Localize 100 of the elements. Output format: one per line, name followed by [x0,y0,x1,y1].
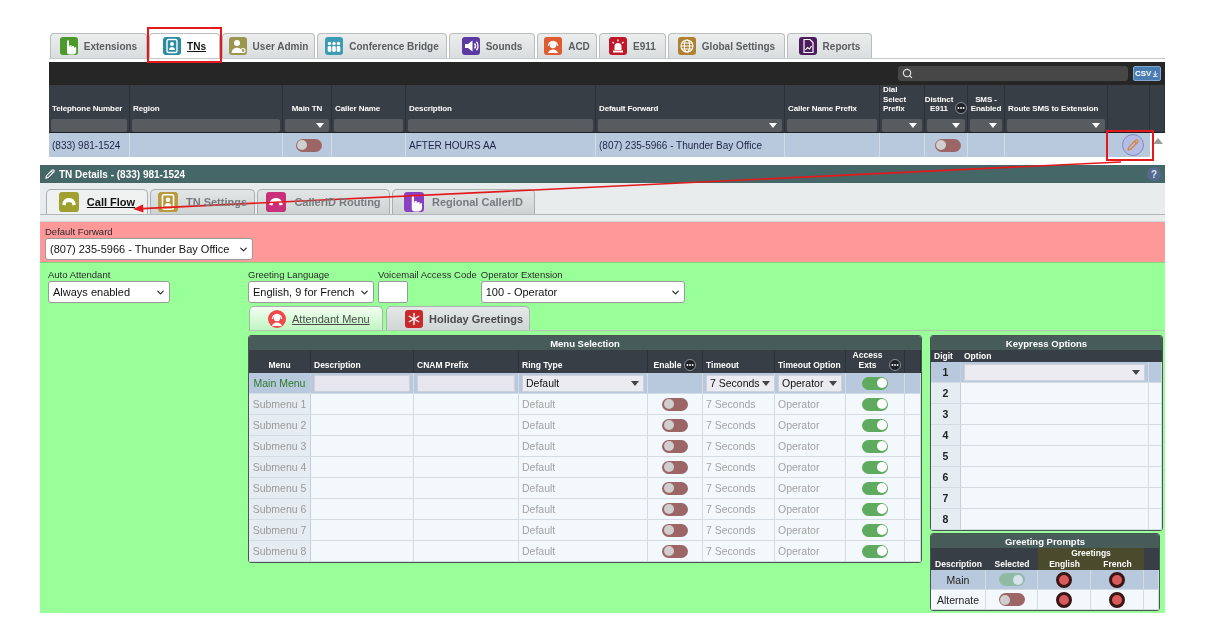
more-icon[interactable] [889,359,901,371]
toggle-switch[interactable] [662,481,688,495]
column-header[interactable]: Route SMS to Extension [1008,104,1099,114]
record-icon[interactable] [1109,591,1125,608]
toggle-switch[interactable] [998,593,1025,606]
toggle-switch[interactable] [862,439,888,453]
filter-select[interactable] [285,118,329,132]
help-button[interactable]: ? [1147,167,1161,181]
more-icon[interactable] [955,101,968,114]
nav-tab[interactable]: E911 [599,33,666,58]
toggle-switch[interactable] [862,397,888,411]
timeout-option-text: Operator [778,440,820,452]
nav-tab[interactable]: Global Settings [668,33,785,58]
nav-tab[interactable]: Reports [787,33,872,58]
filter-select[interactable] [970,118,1002,132]
column-header[interactable]: Caller Name Prefix [788,104,857,114]
code-input-field[interactable] [378,281,408,303]
column-header: Description [314,361,361,371]
column-header[interactable]: Description [409,104,452,114]
csv-button[interactable]: CSV [1133,66,1161,81]
nav-tab[interactable]: Extensions [50,33,147,58]
description-field[interactable] [314,374,410,392]
menu-name-cell: Submenu 6 [249,499,311,519]
caret-down-icon [989,122,997,128]
field-label: Greeting Language [248,269,330,280]
toggle-switch[interactable] [862,418,888,432]
table-row[interactable]: (833) 981-1524 AFTER HOURS AA (807) 235-5966 - Thunder Bay Office [49,133,1165,157]
filter-select[interactable] [882,118,922,132]
auto-attendant-select[interactable]: Always enabled [48,281,170,303]
table-row[interactable]: 8 [931,509,1162,530]
settings-select[interactable]: 100 - Operator [480,281,685,303]
default-forward-select[interactable]: (807) 235-5966 - Thunder Bay Office [45,238,253,260]
sub-tab[interactable]: Attendant Menu [249,306,383,330]
column-header[interactable]: Caller Name [335,104,381,114]
dialog-tab[interactable]: Call Flow [46,189,148,214]
toggle-switch[interactable] [862,544,888,558]
nav-tab[interactable]: Conference Bridge [317,33,447,58]
toggle-switch[interactable] [862,502,888,516]
toggle-switch[interactable] [662,460,688,474]
digit-cell: 2 [931,383,961,403]
column-header[interactable]: Telephone Number [52,104,123,114]
nav-tab[interactable]: TNs [149,33,220,58]
menu-name-cell: Submenu 5 [249,478,311,498]
settings-select[interactable]: English, 9 for French [248,281,374,303]
column-header[interactable]: SMS -Enabled [970,94,1002,114]
toggle-switch[interactable] [662,397,688,411]
nav-tab[interactable]: ACD [537,33,597,58]
timeout-option-select[interactable]: Operator [778,374,842,392]
table-row[interactable]: 3 [931,404,1162,425]
column-header: Option [963,350,993,362]
menu-name-cell: Submenu 4 [249,457,311,477]
ring-type-text: Default [522,398,556,410]
table-row[interactable]: Alternate [931,590,1159,610]
table-row[interactable]: 4 [931,425,1162,446]
toggle-switch[interactable] [934,138,961,152]
table-row[interactable]: 7 [931,488,1162,509]
nav-tab[interactable]: User Admin [222,33,315,58]
nav-tab[interactable]: Sounds [449,33,535,58]
toggle-switch[interactable] [662,544,688,558]
table-row[interactable]: Main Menu Default 7 Seconds Operator [249,373,921,394]
column-header[interactable]: Distinct E911 [924,94,954,114]
column-header[interactable]: Region [133,104,160,114]
more-icon[interactable] [684,359,697,371]
toggle-switch[interactable] [662,418,688,432]
toggle-switch[interactable] [862,376,888,390]
menu-name-cell: Submenu 7 [249,520,311,540]
toggle-switch[interactable] [862,481,888,495]
hand-icon [403,192,424,212]
search-field[interactable] [898,66,1128,81]
table-row[interactable]: 6 [931,467,1162,488]
toggle-switch[interactable] [662,502,688,516]
caret-down-icon [631,380,639,386]
filter-select[interactable] [927,118,965,132]
caret-down-icon [909,122,917,128]
edit-button[interactable] [1122,134,1144,156]
filter-field[interactable] [787,118,877,132]
timeout-select[interactable]: 7 Seconds [706,374,775,392]
ring-type-text: Default [522,545,556,557]
toggle-switch[interactable] [662,439,688,453]
table-row[interactable]: 1 [931,362,1162,383]
filter-field[interactable] [408,118,593,132]
table-row[interactable]: 5 [931,446,1162,467]
column-header[interactable]: Main TN [291,104,323,114]
caret-down-icon [1132,369,1140,375]
toggle-switch[interactable] [662,523,688,537]
filter-field[interactable] [51,118,127,132]
ring-type-select[interactable]: Default [522,374,644,392]
toggle-switch[interactable] [862,523,888,537]
scroll-up-icon[interactable] [1152,138,1163,144]
filter-field[interactable] [132,118,280,132]
column-header[interactable]: Default Forward [599,104,659,114]
table-row[interactable]: 2 [931,383,1162,404]
record-icon[interactable] [1056,591,1072,608]
toggle-switch[interactable] [862,460,888,474]
caret-down-icon [316,122,324,128]
sub-tab[interactable]: Holiday Greetings [386,306,530,330]
toggle-switch[interactable] [295,138,322,152]
cnam-prefix-field[interactable] [417,374,515,392]
column-header[interactable]: Dial Select Prefix [883,85,921,114]
filter-field[interactable] [334,118,403,132]
